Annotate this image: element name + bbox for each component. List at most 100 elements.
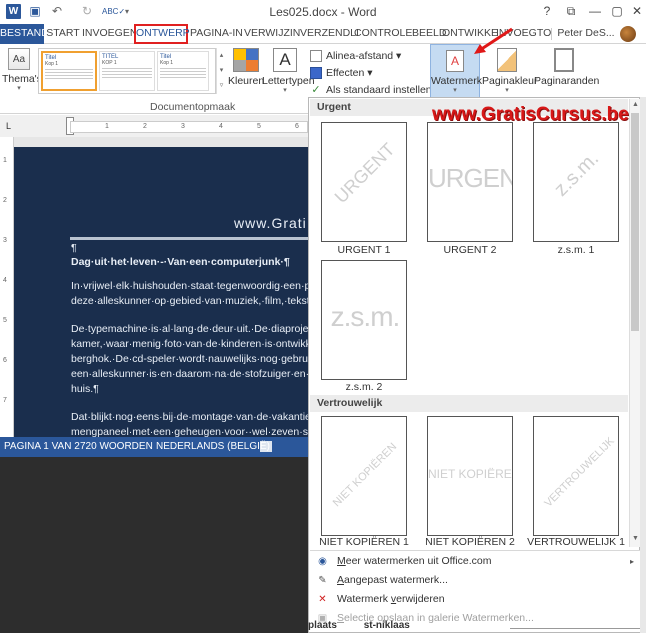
document-line: De·typemachine·is·al·lang·de·deur·uit.·D… (71, 323, 308, 335)
gallery-scroll[interactable]: ▴ ▾ ▿ (216, 48, 226, 94)
gallery-scrollbar[interactable]: ▲ ▼ (629, 99, 640, 547)
site-watermark-overlay: www.GratisCursus.be (432, 104, 629, 125)
ruler-tick: 6 (295, 123, 299, 130)
document-heading: Dag·uit·het·leven·-·Van·een·computerjunk… (71, 256, 290, 268)
watermark-preview-text: URGENT (330, 139, 399, 208)
style-set-heading: Kop 1 (45, 61, 59, 67)
ribbon-display-options-button[interactable]: ⧉ (560, 2, 582, 20)
checkmark-icon: ✓ (311, 84, 321, 97)
section-header-vertrouwelijk: Vertrouwelijk (310, 395, 628, 412)
close-button[interactable]: ✕ (626, 2, 646, 20)
document-page[interactable]: www.Grati ¶ Dag·uit·het·leven·-·Van·een·… (14, 147, 308, 437)
style-set-heading: KOP 1 (102, 60, 117, 66)
macro-record-icon[interactable] (260, 441, 272, 452)
ribbon-tabs: BESTAND START INVOEGEN ONTWERP PAGINA-IN… (0, 24, 646, 44)
ruler-tick: 4 (219, 123, 223, 130)
paragraph-spacing-button[interactable]: Alinea-afstand ▾ (310, 48, 428, 65)
document-line: deze·alleskunner·op·gebied·van·muziek,·f… (71, 295, 308, 307)
themes-button[interactable]: Aa Thema's ▾ (2, 48, 42, 98)
watermark-option[interactable]: NIET KOPIËREN (321, 416, 407, 536)
tab-beeld[interactable]: BEELD (412, 24, 446, 44)
watermark-caption: NIET KOPIËREN 1 (319, 536, 409, 548)
menu-accelerator: A (337, 574, 345, 586)
watermark-preview-text: NIET KOPIËREN (330, 440, 400, 510)
document-line: een·alleskunner·is·en·daarom·na·de·stofz… (71, 368, 308, 380)
remove-watermark-menu-item[interactable]: ✕ Watermerk verwijderen (310, 590, 640, 609)
user-avatar[interactable] (620, 26, 636, 42)
style-set-item[interactable]: Titel Kop 1 (41, 51, 97, 91)
style-set-item[interactable]: Titel Kop 1 (157, 51, 209, 91)
document-line: huis.¶ (71, 383, 99, 395)
status-bar: PAGINA 1 VAN 2 720 WOORDEN NEDERLANDS (B… (0, 437, 308, 457)
ruler-tick: 4 (3, 277, 7, 284)
paragraph-mark: ¶ (71, 242, 77, 254)
help-button[interactable]: ? (536, 2, 558, 20)
tab-start[interactable]: START (46, 24, 80, 44)
watermark-label: Watermerk (431, 75, 482, 87)
ruler-tick: 1 (3, 157, 7, 164)
scrollbar-thumb[interactable] (631, 113, 639, 331)
watermark-preview-text: z.s.m. (330, 301, 401, 332)
custom-watermark-menu-item[interactable]: ✎ Aangepast watermerk... (310, 571, 640, 590)
fonts-button[interactable]: A Lettertypen ▾ (262, 48, 315, 95)
watermark-preview-text: NIET KOPIËREN (428, 467, 513, 481)
user-account-menu[interactable]: Peter DeS... (554, 24, 618, 44)
more-watermarks-menu-item[interactable]: ◉ Meer watermerken uit Office.com ▸ (310, 552, 640, 571)
watermark-option[interactable]: VERTROUWELIJK (533, 416, 619, 536)
effects-button[interactable]: Effecten ▾ (310, 65, 428, 82)
ruler-tick: 7 (3, 397, 7, 404)
maximize-button[interactable]: ▢ (606, 2, 628, 20)
watermark-caption: z.s.m. 1 (557, 244, 595, 256)
gallery-down-icon[interactable]: ▾ (217, 63, 226, 78)
tab-selector-icon[interactable]: L (6, 121, 11, 131)
tab-verwijzingen[interactable]: VERWIJZIN (244, 24, 300, 44)
document-line: berghok.·De·cd-speler·wordt·nauwelijks·n… (71, 353, 308, 365)
background-edge (640, 97, 646, 633)
style-set-item[interactable]: TITEL KOP 1 (99, 51, 155, 91)
tab-controle[interactable]: CONTROLE (354, 24, 412, 44)
vertical-ruler[interactable]: 1 2 3 4 5 6 7 (0, 137, 14, 437)
ruler-tick: 2 (143, 123, 147, 130)
page-color-label: Paginakleur (482, 75, 538, 87)
word-count-status[interactable]: 720 WOORDEN (80, 441, 153, 452)
ruler-tick: 6 (3, 357, 7, 364)
menu-accelerator: M (337, 555, 346, 567)
partial-border (510, 628, 640, 633)
watermark-option[interactable]: z.s.m. (533, 122, 619, 242)
partial-document-text: plaats st-niklaas (308, 620, 508, 633)
gallery-more-icon[interactable]: ▿ (217, 78, 226, 93)
page-borders-icon (554, 48, 574, 72)
color-palette-icon (233, 48, 259, 72)
language-status[interactable]: NEDERLANDS (BELGIË) (156, 441, 270, 452)
page-borders-button[interactable]: Paginaranden (534, 48, 600, 87)
themes-icon: Aa (8, 48, 30, 70)
watermark-option[interactable]: NIET KOPIËREN (427, 416, 513, 536)
effects-icon (310, 67, 322, 80)
tab-ontwerp[interactable]: ONTWERP (134, 24, 190, 44)
ruler-tick: 2 (3, 197, 7, 204)
tab-invoegen[interactable]: INVOEGEN (82, 24, 137, 44)
chevron-down-icon: ▾ (453, 87, 457, 94)
colors-button[interactable]: Kleuren (228, 48, 264, 87)
page-count-status[interactable]: PAGINA 1 VAN 2 (4, 441, 80, 452)
gallery-up-icon[interactable]: ▴ (217, 48, 226, 63)
watermark-icon: A (446, 50, 464, 72)
tab-bestand[interactable]: BESTAND (0, 24, 49, 44)
watermark-option[interactable]: URGENT (427, 122, 513, 242)
tab-pagina-indeling[interactable]: PAGINA-IN (190, 24, 243, 44)
document-line: kamer,·waar·menig·foto·van·de·kinderen·i… (71, 338, 308, 350)
colors-label: Kleuren (228, 75, 265, 87)
group-label-documentopmaak: Documentopmaak (150, 101, 236, 113)
chevron-down-icon: ▾ (505, 87, 509, 94)
document-line: Dat·blijkt·nog·eens·bij·de·montage·van·d… (71, 411, 308, 423)
watermark-option[interactable]: URGENT (321, 122, 407, 242)
minimize-button[interactable]: — (584, 2, 606, 20)
horizontal-ruler[interactable]: 1 2 3 4 5 6 (70, 121, 308, 133)
page-borders-label: Paginaranden (534, 75, 600, 87)
document-area: 1 2 3 4 5 6 7 www.Grati ¶ Dag·uit·het·le… (0, 137, 308, 437)
watermark-caption: NIET KOPIËREN 2 (425, 536, 515, 548)
globe-doc-icon: ◉ (318, 556, 327, 567)
watermark-option[interactable]: z.s.m. (321, 260, 407, 380)
tab-verzendlijsten[interactable]: VERZENDLI (300, 24, 359, 44)
watermark-caption: VERTROUWELIJK 1 (527, 536, 625, 548)
